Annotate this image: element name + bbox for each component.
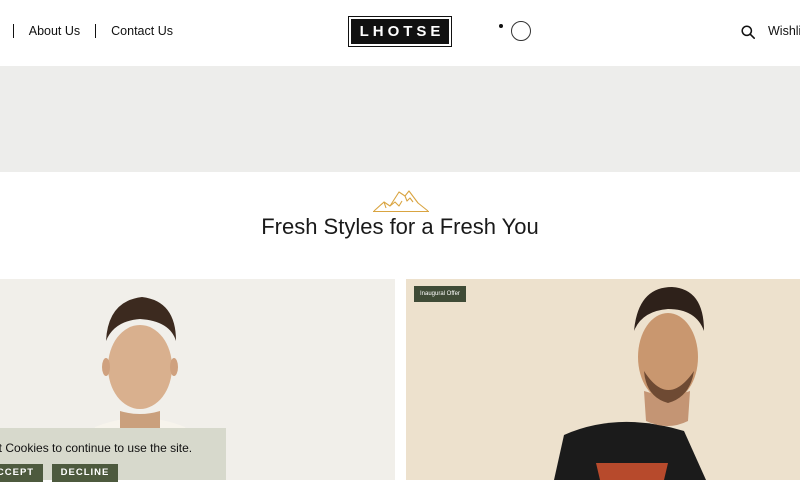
offer-badge: Inaugural Offer xyxy=(414,286,466,302)
cookie-message: pt Cookies to continue to use the site. xyxy=(0,441,193,455)
nav-item-about-us[interactable]: About Us xyxy=(29,24,80,38)
wishlist-link[interactable]: Wishlis xyxy=(768,24,800,38)
product-image xyxy=(406,279,800,480)
accept-button[interactable]: CCEPT xyxy=(0,464,43,482)
main-nav: ts About Us Contact Us xyxy=(0,24,173,38)
product-card[interactable] xyxy=(406,279,800,480)
nav-divider xyxy=(12,24,14,38)
cookie-banner: pt Cookies to continue to use the site. … xyxy=(0,428,226,482)
site-header: ts About Us Contact Us LHOTSE Wishlis xyxy=(0,0,800,66)
nav-divider xyxy=(95,24,97,38)
decline-button[interactable]: DECLINE xyxy=(52,464,118,482)
search-icon[interactable] xyxy=(741,25,755,39)
hero-banner xyxy=(0,66,800,172)
dot-indicator xyxy=(499,24,503,28)
section-title: Fresh Styles for a Fresh You xyxy=(261,214,539,239)
nav-item-contact-us[interactable]: Contact Us xyxy=(111,24,173,38)
circle-button[interactable] xyxy=(511,21,531,41)
mountain-logo-icon xyxy=(373,190,429,213)
brand-logo[interactable]: LHOTSE xyxy=(348,16,452,47)
brand-logo-text: LHOTSE xyxy=(351,19,449,44)
